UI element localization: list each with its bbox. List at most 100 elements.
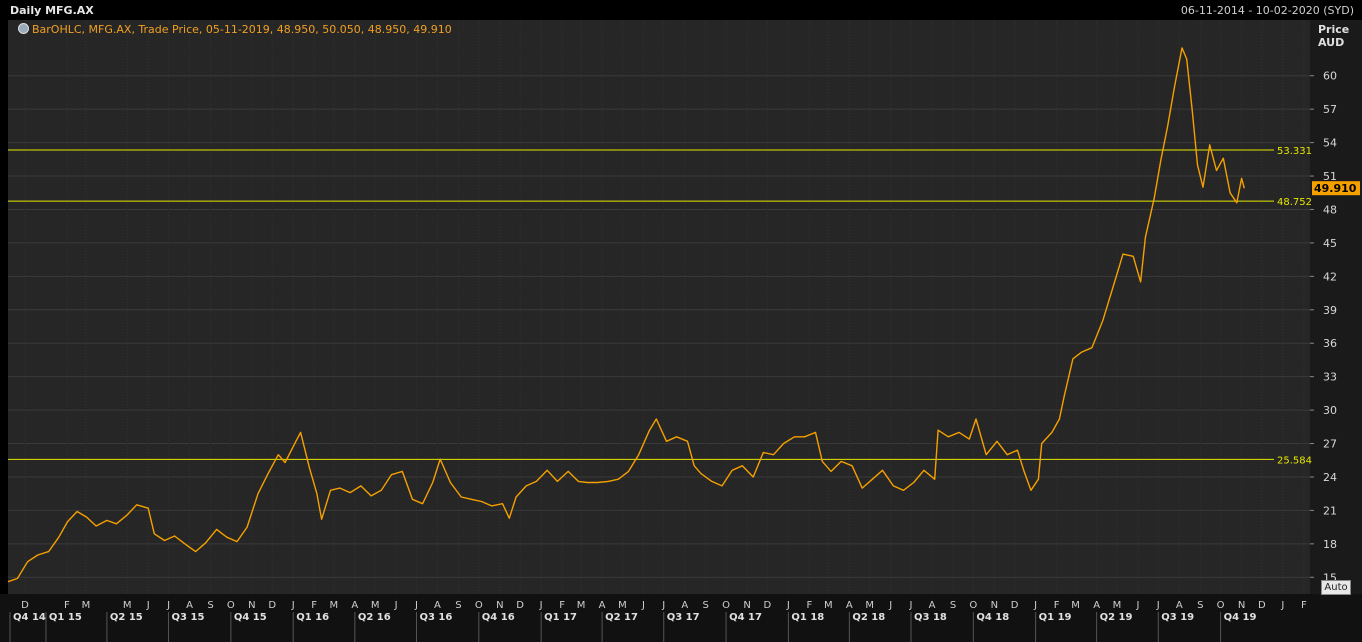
clock-icon	[18, 23, 29, 34]
month-tick-label: J	[1280, 600, 1284, 611]
quarter-tick-label: Q2 18	[852, 612, 885, 623]
y-tick-label: 39	[1323, 304, 1337, 317]
series-legend[interactable]: BarOHLC, MFG.AX, Trade Price, 05-11-2019…	[18, 23, 452, 36]
quarter-tick-label: Q1 17	[544, 612, 577, 623]
month-tick-label: J	[414, 600, 418, 611]
y-tick-label: 27	[1323, 438, 1337, 451]
quarter-tick-label: Q3 18	[914, 612, 947, 623]
y-tick-label: 60	[1323, 70, 1337, 83]
month-tick-label: D	[764, 600, 772, 611]
month-tick-label: S	[207, 600, 213, 611]
month-tick-label: A	[186, 600, 193, 611]
quarter-tick-label: Q2 15	[110, 612, 143, 623]
month-tick-label: N	[991, 600, 998, 611]
month-tick-label: J	[888, 600, 892, 611]
month-tick-label: D	[21, 600, 29, 611]
month-tick-label: N	[743, 600, 750, 611]
month-tick-label: M	[865, 600, 874, 611]
legend-text: BarOHLC, MFG.AX, Trade Price, 05-11-2019…	[32, 23, 452, 36]
month-tick-label: S	[703, 600, 709, 611]
y-tick-label: 54	[1323, 137, 1337, 150]
month-tick-label: A	[351, 600, 358, 611]
y-tick-label: 45	[1323, 237, 1337, 250]
y-tick-label: 21	[1323, 504, 1337, 517]
y-tick-label: 30	[1323, 404, 1337, 417]
y-tick-label: 42	[1323, 270, 1337, 283]
month-tick-label: J	[1135, 600, 1139, 611]
month-tick-label: M	[577, 600, 586, 611]
month-tick-label: D	[516, 600, 524, 611]
month-tick-label: S	[1197, 600, 1203, 611]
quarter-tick-label: Q1 19	[1039, 612, 1072, 623]
month-tick-label: O	[1217, 600, 1225, 611]
month-tick-label: A	[929, 600, 936, 611]
quarter-tick-label: Q3 17	[667, 612, 700, 623]
quarter-tick-label: Q3 15	[172, 612, 205, 623]
month-tick-label: M	[123, 600, 132, 611]
quarter-tick-label: Q2 19	[1100, 612, 1133, 623]
month-tick-label: J	[641, 600, 645, 611]
month-tick-label: N	[248, 600, 255, 611]
price-chart-svg: 15182124273033363942454851545760D F M M J J A S…	[7, 20, 1360, 642]
price-series-line	[7, 47, 1245, 583]
month-tick-label: F	[64, 600, 70, 611]
quarter-tick-label: Q3 16	[419, 612, 452, 623]
month-tick-label: A	[1176, 600, 1183, 611]
month-tick-label: M	[824, 600, 833, 611]
quarter-tick-label: Q1 16	[296, 612, 329, 623]
month-tick-label: F	[1054, 600, 1060, 611]
month-tick-label: O	[722, 600, 730, 611]
month-tick-label: A	[434, 600, 441, 611]
month-tick-label: D	[268, 600, 276, 611]
month-tick-label: J	[539, 600, 543, 611]
level-label: 48.752	[1277, 197, 1312, 208]
price-axis-label: Price	[1318, 23, 1350, 36]
month-tick-label: A	[1093, 600, 1100, 611]
quarter-tick-label: Q4 16	[482, 612, 515, 623]
last-price-label: 49.910	[1314, 182, 1357, 195]
month-tick-label: F	[807, 600, 813, 611]
month-tick-label: S	[455, 600, 461, 611]
y-tick-label: 48	[1323, 203, 1337, 216]
month-tick-label: M	[371, 600, 380, 611]
quarter-tick-label: Q3 19	[1161, 612, 1194, 623]
y-tick-label: 33	[1323, 371, 1337, 384]
month-tick-label: N	[496, 600, 503, 611]
quarter-tick-label: Q4 15	[234, 612, 267, 623]
month-tick-label: J	[1033, 600, 1037, 611]
level-label: 53.331	[1277, 146, 1312, 157]
y-tick-label: 57	[1323, 103, 1337, 116]
quarter-tick-label: Q4 17	[729, 612, 762, 623]
currency-label: AUD	[1318, 36, 1345, 49]
month-tick-label: F	[1301, 600, 1307, 611]
month-tick-label: A	[681, 600, 688, 611]
month-tick-label: O	[227, 600, 235, 611]
month-tick-label: J	[786, 600, 790, 611]
month-tick-label: M	[330, 600, 339, 611]
month-tick-label: M	[1113, 600, 1122, 611]
y-tick-label: 51	[1323, 170, 1337, 183]
month-tick-label: S	[950, 600, 956, 611]
month-tick-label: N	[1238, 600, 1245, 611]
quarter-tick-label: Q4 14	[13, 612, 46, 623]
month-tick-label: J	[661, 600, 665, 611]
month-tick-label: F	[311, 600, 317, 611]
month-tick-label: J	[291, 600, 295, 611]
month-tick-label: A	[846, 600, 853, 611]
month-tick-label: O	[969, 600, 977, 611]
month-tick-label: O	[475, 600, 483, 611]
month-tick-label: M	[82, 600, 91, 611]
y-tick-label: 36	[1323, 337, 1337, 350]
month-tick-label: J	[909, 600, 913, 611]
quarter-tick-label: Q1 18	[791, 612, 824, 623]
y-tick-label: 24	[1323, 471, 1337, 484]
level-label: 25.584	[1277, 455, 1312, 466]
month-tick-label: M	[618, 600, 627, 611]
auto-scale-button[interactable]: Auto	[1321, 580, 1351, 595]
month-tick-label: M	[1071, 600, 1080, 611]
month-tick-label: J	[166, 600, 170, 611]
month-tick-label: J	[394, 600, 398, 611]
quarter-tick-label: Q1 15	[49, 612, 82, 623]
month-tick-label: J	[1156, 600, 1160, 611]
quarter-tick-label: Q2 16	[358, 612, 391, 623]
